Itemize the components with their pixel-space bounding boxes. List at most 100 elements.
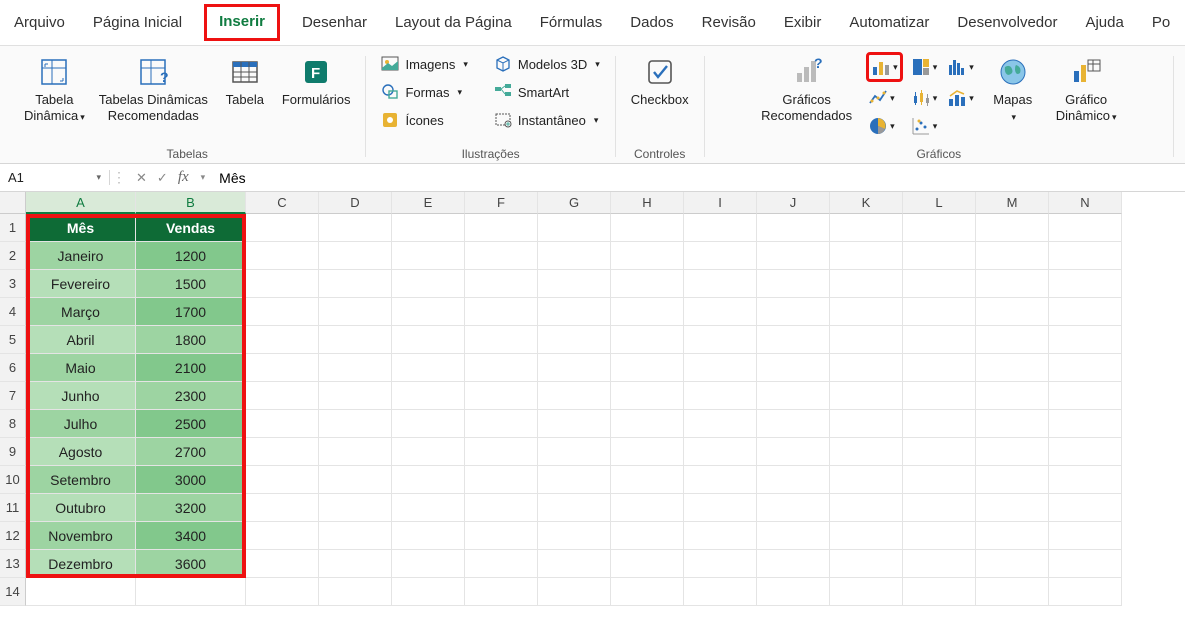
- forms-button[interactable]: F Formulários: [276, 52, 357, 112]
- tab-arquivo[interactable]: Arquivo: [8, 6, 71, 39]
- column-header[interactable]: N: [1049, 192, 1122, 214]
- tab-revisão[interactable]: Revisão: [696, 6, 762, 39]
- cell[interactable]: [684, 298, 757, 326]
- cell[interactable]: [903, 382, 976, 410]
- row-header[interactable]: 2: [0, 242, 26, 270]
- cell[interactable]: [392, 466, 465, 494]
- cell[interactable]: [246, 382, 319, 410]
- cell[interactable]: [246, 242, 319, 270]
- table-cell[interactable]: 2500: [136, 410, 246, 438]
- cell[interactable]: [319, 298, 392, 326]
- table-cell[interactable]: Janeiro: [26, 242, 136, 270]
- cell[interactable]: [319, 382, 392, 410]
- cell[interactable]: [611, 550, 684, 578]
- cell[interactable]: [830, 270, 903, 298]
- table-cell[interactable]: 1800: [136, 326, 246, 354]
- cell[interactable]: [246, 522, 319, 550]
- cell[interactable]: [757, 242, 830, 270]
- cell[interactable]: [465, 326, 538, 354]
- tab-desenvolvedor[interactable]: Desenvolvedor: [951, 6, 1063, 39]
- table-cell[interactable]: Setembro: [26, 466, 136, 494]
- cell[interactable]: [830, 382, 903, 410]
- column-header[interactable]: C: [246, 192, 319, 214]
- cell[interactable]: [903, 438, 976, 466]
- cell[interactable]: [392, 578, 465, 606]
- cell[interactable]: [611, 410, 684, 438]
- row-header[interactable]: 4: [0, 298, 26, 326]
- cell[interactable]: [757, 354, 830, 382]
- cell[interactable]: [246, 466, 319, 494]
- recommended-charts-button[interactable]: ? GráficosRecomendados: [755, 52, 858, 129]
- cell[interactable]: [465, 242, 538, 270]
- cell[interactable]: [538, 438, 611, 466]
- accept-formula-icon[interactable]: ✓: [157, 170, 168, 186]
- cell[interactable]: [903, 354, 976, 382]
- combo-chart-button[interactable]: ▾: [945, 86, 976, 110]
- cell[interactable]: [611, 438, 684, 466]
- cell[interactable]: [1049, 578, 1122, 606]
- cell[interactable]: [611, 466, 684, 494]
- cell[interactable]: [392, 214, 465, 242]
- cell[interactable]: [319, 410, 392, 438]
- icones-button[interactable]: Ícones: [375, 108, 473, 132]
- cell[interactable]: [465, 214, 538, 242]
- cell[interactable]: [757, 578, 830, 606]
- cell[interactable]: [319, 326, 392, 354]
- line-chart-button[interactable]: ▾: [866, 86, 903, 110]
- cell[interactable]: [976, 578, 1049, 606]
- tab-ajuda[interactable]: Ajuda: [1079, 6, 1129, 39]
- cell[interactable]: [319, 438, 392, 466]
- table-cell[interactable]: 3400: [136, 522, 246, 550]
- cell[interactable]: [319, 522, 392, 550]
- tab-página-inicial[interactable]: Página Inicial: [87, 6, 188, 39]
- cell[interactable]: [26, 578, 136, 606]
- cell[interactable]: [830, 326, 903, 354]
- cell[interactable]: [392, 298, 465, 326]
- histogram-chart-button[interactable]: ▾: [945, 52, 976, 82]
- cell[interactable]: [465, 354, 538, 382]
- cell[interactable]: [246, 578, 319, 606]
- column-header[interactable]: F: [465, 192, 538, 214]
- cell[interactable]: [757, 298, 830, 326]
- column-header[interactable]: B: [136, 192, 246, 214]
- row-header[interactable]: 1: [0, 214, 26, 242]
- table-cell[interactable]: Maio: [26, 354, 136, 382]
- cell[interactable]: [903, 298, 976, 326]
- cell[interactable]: [903, 326, 976, 354]
- cell[interactable]: [392, 494, 465, 522]
- fx-icon[interactable]: fx: [178, 169, 189, 186]
- cell[interactable]: [684, 214, 757, 242]
- cell[interactable]: [465, 494, 538, 522]
- formula-input[interactable]: [215, 170, 815, 186]
- cell[interactable]: [757, 494, 830, 522]
- row-header[interactable]: 6: [0, 354, 26, 382]
- pivot-chart-button[interactable]: GráficoDinâmico▾: [1050, 52, 1123, 129]
- cell[interactable]: [465, 522, 538, 550]
- cell[interactable]: [246, 550, 319, 578]
- cell[interactable]: [392, 410, 465, 438]
- table-button[interactable]: Tabela: [216, 52, 274, 112]
- cell[interactable]: [246, 326, 319, 354]
- cell[interactable]: [465, 298, 538, 326]
- modelos3d-button[interactable]: Modelos 3D▾: [488, 52, 606, 76]
- checkbox-button[interactable]: Checkbox: [625, 52, 695, 112]
- cell[interactable]: [976, 494, 1049, 522]
- cell[interactable]: [830, 410, 903, 438]
- cell[interactable]: [1049, 354, 1122, 382]
- tab-layout-da-página[interactable]: Layout da Página: [389, 6, 518, 39]
- row-header[interactable]: 7: [0, 382, 26, 410]
- cell[interactable]: [392, 550, 465, 578]
- tab-fórmulas[interactable]: Fórmulas: [534, 6, 609, 39]
- table-cell[interactable]: Julho: [26, 410, 136, 438]
- table-cell[interactable]: 2700: [136, 438, 246, 466]
- cell[interactable]: [903, 550, 976, 578]
- cell[interactable]: [903, 494, 976, 522]
- cell[interactable]: [319, 270, 392, 298]
- table-cell[interactable]: Agosto: [26, 438, 136, 466]
- cell[interactable]: [319, 578, 392, 606]
- table-header-cell[interactable]: Vendas: [136, 214, 246, 242]
- cell[interactable]: [465, 438, 538, 466]
- table-cell[interactable]: Abril: [26, 326, 136, 354]
- cell[interactable]: [830, 354, 903, 382]
- cell[interactable]: [538, 578, 611, 606]
